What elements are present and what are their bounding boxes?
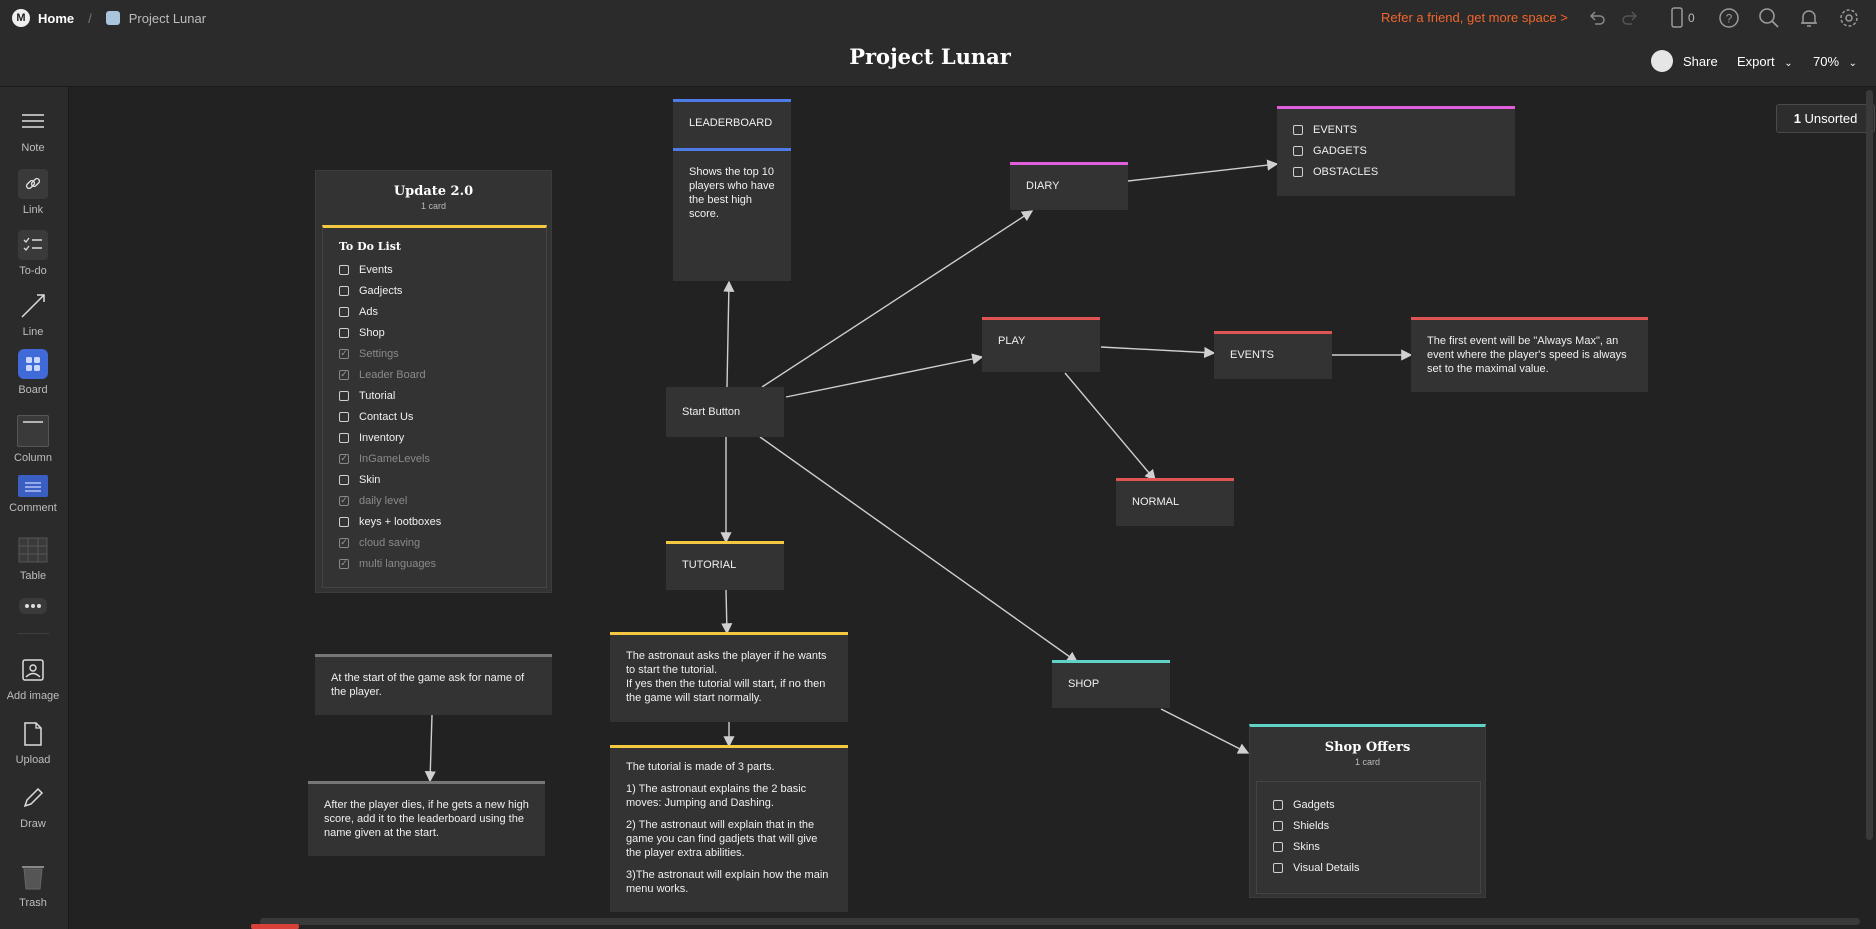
todo-list-card[interactable]: To Do List Events Gadjects Ads Shop ✓ Set… (322, 225, 547, 588)
checkbox[interactable] (1293, 124, 1303, 135)
diary-title: DIARY (1026, 180, 1060, 192)
checkbox-checked[interactable]: ✓ (339, 495, 349, 506)
todo-item[interactable]: Skins (1257, 836, 1480, 857)
tutorial-part: 3)The astronaut will explain how the mai… (626, 869, 829, 895)
scrollbar-indicator (251, 924, 299, 929)
connector-lines (424, 159, 1413, 783)
todo-item[interactable]: OBSTACLES (1277, 161, 1515, 182)
event-desc: The first event will be "Always Max", an… (1427, 335, 1627, 375)
todo-item[interactable]: ✓ cloud saving (323, 532, 546, 553)
todo-item[interactable]: Shields (1257, 815, 1480, 836)
todo-item[interactable]: Tutorial (323, 385, 546, 406)
shop-title: SHOP (1068, 678, 1100, 690)
checkbox-checked[interactable]: ✓ (339, 558, 349, 569)
checkbox[interactable] (339, 390, 349, 401)
checkbox[interactable] (1293, 166, 1303, 177)
tutorial-title: TUTORIAL (682, 559, 737, 571)
note-text: At the start of the game ask for name of… (331, 672, 525, 698)
todo-item[interactable]: ✓ multi languages (323, 553, 546, 574)
checkbox[interactable] (339, 474, 349, 485)
normal-card[interactable]: NORMAL (1116, 478, 1234, 526)
vertical-scrollbar[interactable] (1866, 90, 1873, 840)
todo-item[interactable]: Gadgets (1257, 794, 1480, 815)
leaderboard-card[interactable]: LEADERBOARD (673, 99, 791, 149)
checkbox[interactable] (1293, 145, 1303, 156)
event-desc-card[interactable]: The first event will be "Always Max", an… (1411, 317, 1648, 392)
tutorial-card[interactable]: TUTORIAL (666, 541, 784, 590)
todo-item[interactable]: ✓ InGameLevels (323, 448, 546, 469)
todo-item[interactable]: Ads (323, 301, 546, 322)
shop-offers-title: Shop Offers (1324, 740, 1411, 755)
tutorial-desc-line: If yes then the tutorial will start, if … (626, 678, 826, 704)
update-board-subtitle: 1 card (420, 201, 446, 211)
todo-item[interactable]: ✓ daily level (323, 490, 546, 511)
checkbox[interactable] (339, 264, 349, 275)
todo-item[interactable]: ✓ Settings (323, 343, 546, 364)
diary-card[interactable]: DIARY (1010, 162, 1128, 210)
shop-offers-list[interactable]: Gadgets Shields Skins Visual Details (1256, 781, 1481, 894)
todo-item[interactable]: keys + lootboxes (323, 511, 546, 532)
todo-item[interactable]: Skin (323, 469, 546, 490)
todo-item[interactable]: EVENTS (1277, 119, 1515, 140)
note-text: After the player dies, if he gets a new … (324, 799, 529, 839)
tutorial-part: 2) The astronaut will explain that in th… (626, 819, 818, 859)
todo-list-title: To Do List (339, 240, 401, 253)
checkbox[interactable] (1273, 841, 1283, 852)
todo-item[interactable]: Events (323, 259, 546, 280)
start-button-card[interactable]: Start Button (666, 387, 784, 437)
events-card[interactable]: EVENTS (1214, 331, 1332, 379)
events-title: EVENTS (1230, 349, 1275, 361)
checkbox[interactable] (339, 285, 349, 296)
shop-offers-board[interactable]: Shop Offers 1 card Gadgets Shields Skins… (1249, 724, 1486, 898)
update-board-title: Update 2.0 (393, 184, 474, 199)
tutorial-part: 1) The astronaut explains the 2 basic mo… (626, 783, 807, 809)
checkbox-checked[interactable]: ✓ (339, 348, 349, 359)
checkbox[interactable] (1273, 799, 1283, 810)
checkbox[interactable] (339, 432, 349, 443)
checkbox[interactable] (339, 516, 349, 527)
checkbox[interactable] (339, 306, 349, 317)
play-card[interactable]: PLAY (982, 317, 1100, 372)
checkbox[interactable] (1273, 862, 1283, 873)
play-title: PLAY (998, 335, 1026, 347)
checkbox[interactable] (1273, 820, 1283, 831)
shop-card[interactable]: SHOP (1052, 660, 1170, 708)
leaderboard-title: LEADERBOARD (689, 117, 773, 129)
diary-todo-card[interactable]: EVENTS GADGETS OBSTACLES (1277, 106, 1515, 196)
checkbox-checked[interactable]: ✓ (339, 369, 349, 380)
normal-title: NORMAL (1132, 496, 1180, 508)
horizontal-scrollbar[interactable] (260, 918, 1860, 925)
tutorial-part: The tutorial is made of 3 parts. (626, 761, 775, 773)
start-button-label: Start Button (682, 406, 741, 418)
todo-item[interactable]: ✓ Leader Board (323, 364, 546, 385)
todo-item[interactable]: Visual Details (1257, 857, 1480, 878)
checkbox[interactable] (339, 327, 349, 338)
update-board-card[interactable]: Update 2.0 1 card To Do List Events Gadj… (315, 170, 552, 593)
todo-item[interactable]: Contact Us (323, 406, 546, 427)
todo-item[interactable]: GADGETS (1277, 140, 1515, 161)
tutorial-desc-card[interactable]: The astronaut asks the player if he want… (610, 632, 848, 722)
checkbox[interactable] (339, 411, 349, 422)
checkbox-checked[interactable]: ✓ (339, 537, 349, 548)
leaderboard-desc: Shows the top 10 players who have the be… (689, 166, 775, 220)
note-card[interactable]: After the player dies, if he gets a new … (308, 781, 545, 856)
leaderboard-desc-card[interactable]: Shows the top 10 players who have the be… (673, 148, 791, 281)
todo-item[interactable]: Gadjects (323, 280, 546, 301)
todo-item[interactable]: Inventory (323, 427, 546, 448)
tutorial-parts-card[interactable]: The tutorial is made of 3 parts. 1) The … (610, 745, 848, 912)
checkbox-checked[interactable]: ✓ (339, 453, 349, 464)
tutorial-desc-line: The astronaut asks the player if he want… (626, 650, 827, 676)
shop-offers-subtitle: 1 card (1354, 757, 1380, 767)
todo-item[interactable]: Shop (323, 322, 546, 343)
note-card[interactable]: At the start of the game ask for name of… (315, 654, 552, 715)
